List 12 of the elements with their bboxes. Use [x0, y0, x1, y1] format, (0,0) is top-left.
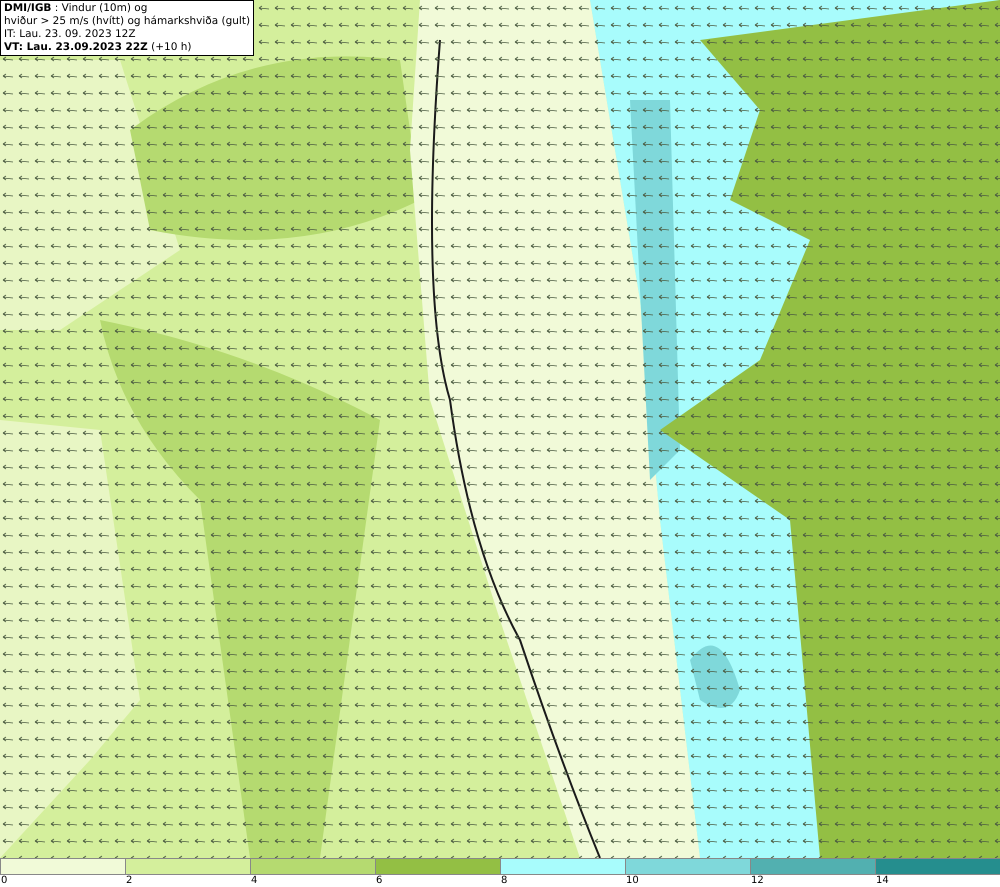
legend-tick: 2 — [125, 875, 134, 887]
title-line: VT: Lau. 23.09.2023 22Z (+10 h) — [4, 41, 192, 54]
legend-tick: 4 — [250, 875, 258, 887]
legend-tick: 8 — [500, 875, 508, 887]
legend-tick: 14 — [875, 875, 890, 887]
legend-tick: 12 — [750, 875, 765, 887]
title-line: DMI/IGB : Vindur (10m) og — [4, 2, 148, 15]
legend-tick: 0 — [0, 875, 8, 887]
legend-tick: 10 — [625, 875, 640, 887]
title-line: IT: Lau. 23. 09. 2023 12Z — [4, 28, 137, 41]
legend-tick: 6 — [375, 875, 384, 887]
title-line: hviður > 25 m/s (hvítt) og hámarkshviða (gult) — [4, 15, 250, 28]
